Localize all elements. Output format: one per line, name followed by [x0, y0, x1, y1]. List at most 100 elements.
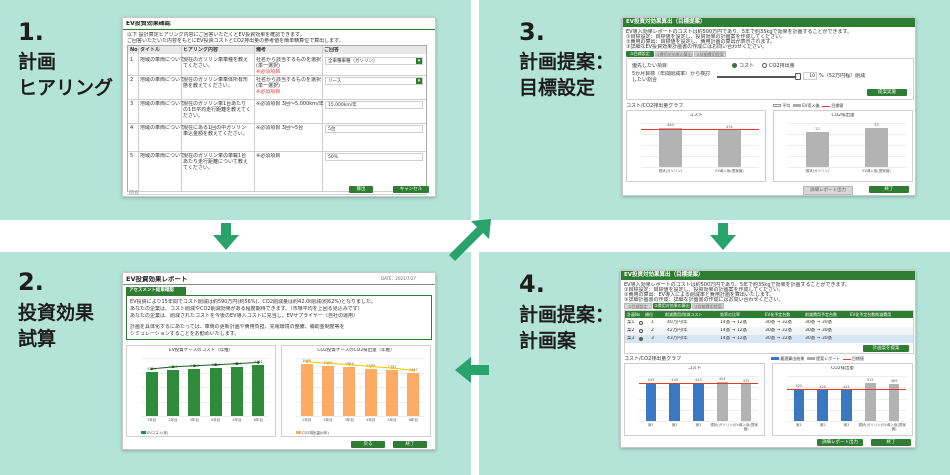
s1-cell-note: 社名から該当するものを選択(単一選択) [256, 77, 322, 89]
s4-th: 削減費用予定台数 [805, 312, 837, 317]
chart-category-label: 現状(ガソリン) [805, 169, 830, 173]
s2-line-2: あなたの企業は、削減されたコストを今後のEV導入コストに充当し、EVサプライヤー… [130, 313, 359, 319]
s3-slider-value[interactable]: 10 [803, 72, 817, 80]
s1-answer-field[interactable]: 15,000km/年 [325, 101, 423, 109]
s4-th: 効率の比率 [720, 312, 740, 317]
chart-bar [693, 382, 704, 421]
s3-slider-handle[interactable] [795, 73, 801, 80]
s1-cell-note: ※必須項目 3回～5,000km/年 [256, 101, 324, 107]
s4-propose-button[interactable]: 計画案を提案 [863, 345, 909, 352]
s1-answer-field[interactable]: 全車種車種（ガソリン） [325, 57, 423, 65]
s3-tab-goal[interactable]: ①目標設定 [626, 51, 654, 57]
s4-cell: 30基 → 30基 [805, 328, 833, 333]
s1-th-no: No [130, 47, 138, 53]
s4-cell: 40万円/年 [667, 320, 688, 325]
s3-intro-3: ③詳細なEV投資効果計画書の作成にはお問い合わせください。 [626, 44, 768, 50]
chart-category-label: 案2 [671, 423, 678, 427]
chart-target-line [787, 388, 906, 390]
s1-cell-note: 社名から該当するものを選択(単一選択) [256, 57, 322, 69]
s3-slider-suffix: %（52万円程）削減 [819, 73, 866, 79]
s4-end-button[interactable]: 終了 [871, 439, 911, 446]
s1-calc-button[interactable]: 算出 [349, 186, 373, 193]
s4-tab-goal[interactable]: ①目標設定 [624, 303, 652, 309]
s4-cell: 2 [651, 328, 654, 333]
chart-category-label: 現状(ガソリン) [858, 423, 883, 427]
s3-cost-chart: コスト 464 現状(ガソリン) 432 EV導入後(提案値) [626, 110, 766, 182]
chart-category-label: 現状(ガソリン) [658, 169, 683, 173]
s4-th: 順位 [645, 312, 653, 317]
s4-cell: 案1 [627, 320, 635, 325]
s3-radio-cost[interactable] [732, 63, 737, 68]
s3-slider-label: 5か月目標（年間削減率）から検討したい割合 [632, 71, 711, 83]
s1-cell-no: 5 [130, 153, 134, 159]
chart-title: CO2排出量 [830, 366, 855, 371]
s1-answer-field[interactable]: リース [325, 77, 423, 85]
step1-number: 1. [18, 18, 44, 46]
chevron-down-icon[interactable]: ▾ [416, 78, 422, 84]
chart-bar [841, 390, 852, 421]
s1-answer-field[interactable]: 50% [325, 153, 423, 161]
s1-required-badge: ※必須項目 [256, 69, 281, 75]
s2-line-3: 計画を具体化するにあたっては、車両の更新計画や費用負担、充電環境の整備、補助金制… [130, 324, 345, 330]
s4-co2-chart: CO2排出量 422 案1 420 案2 411 案3 512 現状(ガソリン) 489 EV導入後… [772, 363, 913, 436]
s2-cost-chart: EV投資ケースのコスト（年推）42111年目43902年目44903年目4590… [126, 345, 276, 437]
s3-tab-cost[interactable]: ②費用対効果の算出 [655, 51, 693, 57]
s4-cost-chart: コスト 443 案1 443 案2 443 案3 454 現状(ガソリン) 432 EV導入後(提案… [624, 363, 765, 436]
s3-title: EV投資対効果算出（目標提案） [623, 18, 915, 27]
s4-tab-detail[interactable]: ③詳細費用提案 [692, 303, 724, 309]
s2-back-button[interactable]: 戻る [351, 441, 385, 448]
s4-row-radio[interactable] [639, 329, 643, 333]
s4-row-radio[interactable] [639, 337, 643, 341]
s3-calc-button[interactable]: 提案実施 [867, 89, 907, 96]
s1-intro2: ご回答いただいた内容をもとにEV投資コストとCO2排出量の参考値を簡単精算位で算… [127, 38, 344, 44]
s3-goal-label: 優先したい項目 [632, 63, 668, 69]
s4-tab-cost[interactable]: ②費用対効果の算出 [653, 303, 691, 309]
s3-radio-co2[interactable] [762, 63, 767, 68]
step3-title: 計画提案： 目標設定 [519, 51, 615, 99]
s2-section: アセスメント結果確認 [126, 287, 186, 295]
s3-graph-title: コスト/CO2排出量グラフ [626, 103, 684, 109]
s1-cell-no: 3 [130, 101, 134, 107]
s4-cell: 43万円/年 [667, 336, 688, 341]
chevron-down-icon[interactable]: ▾ [416, 58, 422, 64]
s4-th: EV化予定台数削減費用 [850, 312, 892, 317]
s4-report-button[interactable]: 詳細レポート出力 [817, 439, 863, 446]
s1-pager[interactable]: 前頁 [129, 190, 139, 196]
s1-cancel-button[interactable]: キャンセル [393, 186, 429, 193]
s1-cell-title: 地域の車両について [140, 153, 185, 159]
s4-cell: 42万円/年 [667, 328, 688, 333]
s3-report-button[interactable]: 詳細レポート出力 [803, 186, 853, 195]
chart-category-label: 案2 [819, 423, 826, 427]
step4-panel: 4. 計画提案： 計画案 EV投資対効果算出（目標提案） EV導入効果レポートの… [479, 252, 950, 475]
s4-cell: 30基 → 32基 [765, 336, 793, 341]
chart-category-label: 現状(ガソリン) [710, 423, 735, 427]
step3-number: 3. [519, 18, 545, 46]
s1-th-note: 備考 [256, 47, 267, 53]
chart-trend-line [305, 360, 415, 372]
chart-value-label: 25 [874, 122, 879, 127]
s1-answer-field[interactable]: 5台 [325, 125, 423, 133]
s4-row-radio[interactable] [639, 321, 643, 325]
step1-title: 計画 ヒアリング [18, 51, 114, 99]
step1-panel: 1. 計画 ヒアリング EV投資効果確認 以下 設計算定ヒアリング内容にご回答い… [0, 0, 471, 220]
s2-end-button[interactable]: 終了 [393, 441, 427, 448]
s3-tab-detail[interactable]: ③詳細費用提案 [694, 51, 726, 57]
s4-th: 計画No [627, 312, 641, 317]
s4-cell: 30基 → 32基 [765, 328, 793, 333]
s4-cell: 14基 → 12基 [720, 328, 748, 333]
s3-co2-chart: CO2排出量 22 現状(ガソリン) 25 EV導入後(提案値) [773, 110, 913, 182]
chart-category-label: EV導入後(提案値) [734, 423, 758, 431]
chart-value-label: 443 [671, 377, 679, 382]
s4-title: EV投資対効果算出（目標提案） [621, 271, 915, 280]
s3-slider-track[interactable] [717, 76, 797, 78]
s4-plan-table: 計画No 順位 削減費用/削減コスト 効率の比率 EV化予定台数 削減費用予定台数 EV化予… [624, 310, 914, 354]
s1-cell-note: ※必須項目 3回～5台 [256, 125, 304, 131]
chart-category-label: EV導入後(提案値) [715, 169, 744, 173]
chart-target-line [641, 128, 759, 130]
step2-number: 2. [18, 268, 44, 296]
s4-cell: 30基 → 30基 [805, 320, 833, 325]
chart-bar [888, 384, 900, 421]
s3-end-button[interactable]: 終了 [869, 186, 909, 193]
s1-th-ans: ご回答 [324, 47, 340, 53]
s1-cell-q: 現在にある1回の中ガソリン車込金額を教えてください。 [183, 125, 248, 137]
